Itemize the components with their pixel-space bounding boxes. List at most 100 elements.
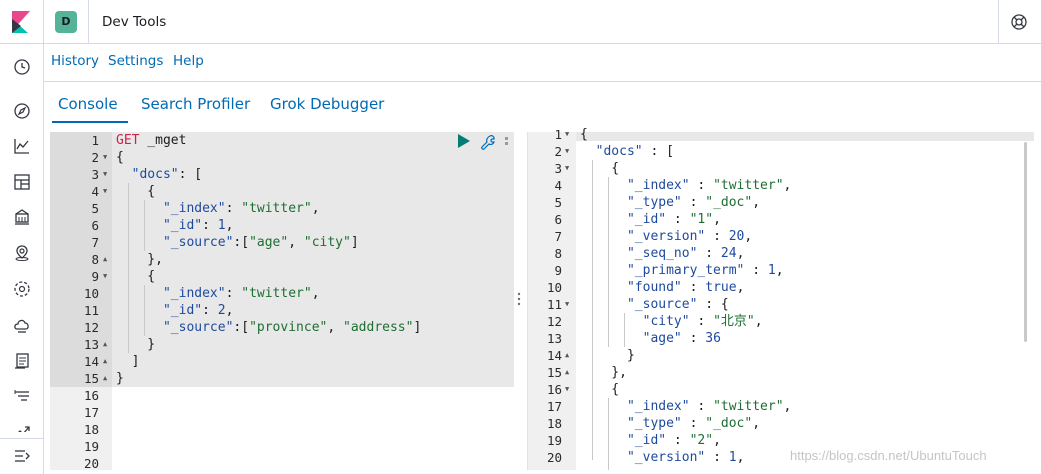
fold-close-icon[interactable]: ▲: [565, 364, 569, 381]
code-line: "_index" : "twitter",: [626, 399, 792, 414]
fold-close-icon[interactable]: ▲: [103, 251, 107, 268]
fold-close-icon[interactable]: ▲: [103, 336, 107, 353]
fold-open-icon[interactable]: ▼: [565, 126, 569, 143]
code-line: "docs" : [: [595, 144, 674, 159]
clock-icon[interactable]: [13, 58, 31, 76]
maps-icon[interactable]: [13, 244, 31, 262]
line-number: 10: [546, 280, 562, 295]
tab-console[interactable]: Console: [58, 95, 118, 113]
header-divider-right: [998, 0, 999, 44]
code-line: "_source":["province", "address"]: [162, 320, 422, 335]
uptime-icon[interactable]: [13, 422, 31, 432]
indent-guide: [128, 183, 129, 353]
line-number: 2: [91, 150, 99, 165]
code-line: "age" : 36: [642, 331, 721, 346]
fold-close-icon[interactable]: ▲: [103, 353, 107, 370]
code-line: {: [580, 127, 588, 142]
line-number: 15: [83, 371, 99, 386]
code-line: }: [116, 337, 156, 352]
line-number: 16: [83, 388, 99, 403]
indent-guide: [144, 285, 145, 336]
help-link[interactable]: Help: [173, 53, 204, 69]
lifebuoy-icon[interactable]: [1011, 14, 1027, 30]
code-line: ]: [116, 354, 140, 369]
fold-open-icon[interactable]: ▼: [103, 166, 107, 183]
line-number: 5: [554, 195, 562, 210]
fold-open-icon[interactable]: ▼: [103, 149, 107, 166]
line-number: 18: [546, 416, 562, 431]
code-line: "_type" : "_doc",: [626, 195, 761, 210]
collapse-icon[interactable]: [13, 447, 31, 465]
settings-link[interactable]: Settings: [108, 53, 163, 69]
code-line: {: [116, 184, 156, 199]
ml-icon[interactable]: [13, 280, 31, 298]
code-line: "_id" : "1",: [626, 212, 721, 227]
line-number: 19: [83, 439, 99, 454]
watermark: https://blog.csdn.net/UbuntuTouch: [790, 448, 987, 463]
line-number: 11: [546, 297, 562, 312]
code-line: },: [116, 252, 163, 267]
wrench-icon[interactable]: [480, 134, 496, 150]
tab-grok-debugger[interactable]: Grok Debugger: [270, 95, 384, 113]
indent-guide: [608, 398, 609, 470]
line-number: 4: [91, 184, 99, 199]
code-line: "_version" : 1,: [626, 450, 745, 465]
fold-open-icon[interactable]: ▼: [103, 183, 107, 200]
line-number: 18: [83, 422, 99, 437]
request-gutter: 1 2 ▼ 3 ▼ 4 ▼ 5 6 7 8 ▲ 9 ▼ 10 11 12 13 ▲ 14 ▲ 15 ▲ 16 17 18 19 20: [50, 132, 112, 471]
fold-open-icon[interactable]: ▼: [103, 268, 107, 285]
line-number: 13: [546, 331, 562, 346]
line-number: 17: [83, 405, 99, 420]
code-line: }: [116, 371, 124, 386]
response-scrollbar[interactable]: [1024, 142, 1027, 342]
fold-open-icon[interactable]: ▼: [565, 296, 569, 313]
line-number: 10: [83, 286, 99, 301]
code-line: "_index": "twitter",: [162, 201, 320, 216]
line-number: 8: [91, 252, 99, 267]
fold-open-icon[interactable]: ▼: [565, 143, 569, 160]
code-line: "_id" : "2",: [626, 433, 721, 448]
code-line: {: [580, 382, 620, 397]
history-link[interactable]: History: [51, 53, 99, 69]
compass-icon[interactable]: [13, 102, 31, 120]
more-actions-icon[interactable]: [505, 137, 508, 145]
tab-search-profiler[interactable]: Search Profiler: [141, 95, 250, 113]
apm-icon[interactable]: [13, 388, 31, 406]
line-number: 8: [554, 246, 562, 261]
kibana-logo[interactable]: [0, 0, 44, 44]
indent-guide: [144, 200, 145, 251]
fold-close-icon[interactable]: ▲: [103, 370, 107, 387]
tab-bar: Console Search Profiler Grok Debugger: [44, 83, 1041, 125]
request-line: GET _mget: [116, 133, 187, 148]
logs-icon[interactable]: [13, 352, 31, 370]
fold-open-icon[interactable]: ▼: [565, 381, 569, 398]
code-line: "found" : true,: [626, 280, 745, 295]
code-line: "_type" : "_doc",: [626, 416, 761, 431]
dashboard-icon[interactable]: [13, 173, 31, 191]
line-number: 12: [546, 314, 562, 329]
page-title: Dev Tools: [102, 14, 167, 30]
space-avatar[interactable]: D: [55, 11, 77, 33]
line-number: 6: [91, 218, 99, 233]
panel-resizer-handle[interactable]: [517, 292, 521, 306]
nav-divider: [0, 438, 44, 439]
active-tab-indicator: [52, 121, 128, 123]
code-line: }: [580, 348, 635, 363]
chart-icon[interactable]: [13, 137, 31, 155]
infrastructure-icon[interactable]: [13, 316, 31, 334]
fold-close-icon[interactable]: ▲: [565, 347, 569, 364]
canvas-icon[interactable]: [13, 208, 31, 226]
code-line: "_source" : {: [626, 297, 729, 312]
left-nav: [0, 44, 44, 474]
top-menu: History Settings Help: [44, 44, 1041, 82]
line-number: 9: [91, 269, 99, 284]
run-request-icon[interactable]: [458, 134, 470, 148]
line-number: 6: [554, 212, 562, 227]
request-editor[interactable]: 1 2 ▼ 3 ▼ 4 ▼ 5 6 7 8 ▲ 9 ▼ 10 11 12 13 ▲ 14 ▲ 15 ▲ 16 17 18 19 20 …: [50, 132, 514, 471]
indent-guide: [608, 177, 609, 347]
line-number: 15: [546, 365, 562, 380]
fold-open-icon[interactable]: ▼: [565, 160, 569, 177]
response-editor[interactable]: 1 ▼ 2 ▼ 3 ▼ 4 5 6 7 8 9 10 11 ▼ 12 13 14 ▲ 15 ▲ 16 ▼ 17 18 19 20 {…: [527, 127, 1034, 470]
line-number: 9: [554, 263, 562, 278]
line-number: 5: [91, 201, 99, 216]
